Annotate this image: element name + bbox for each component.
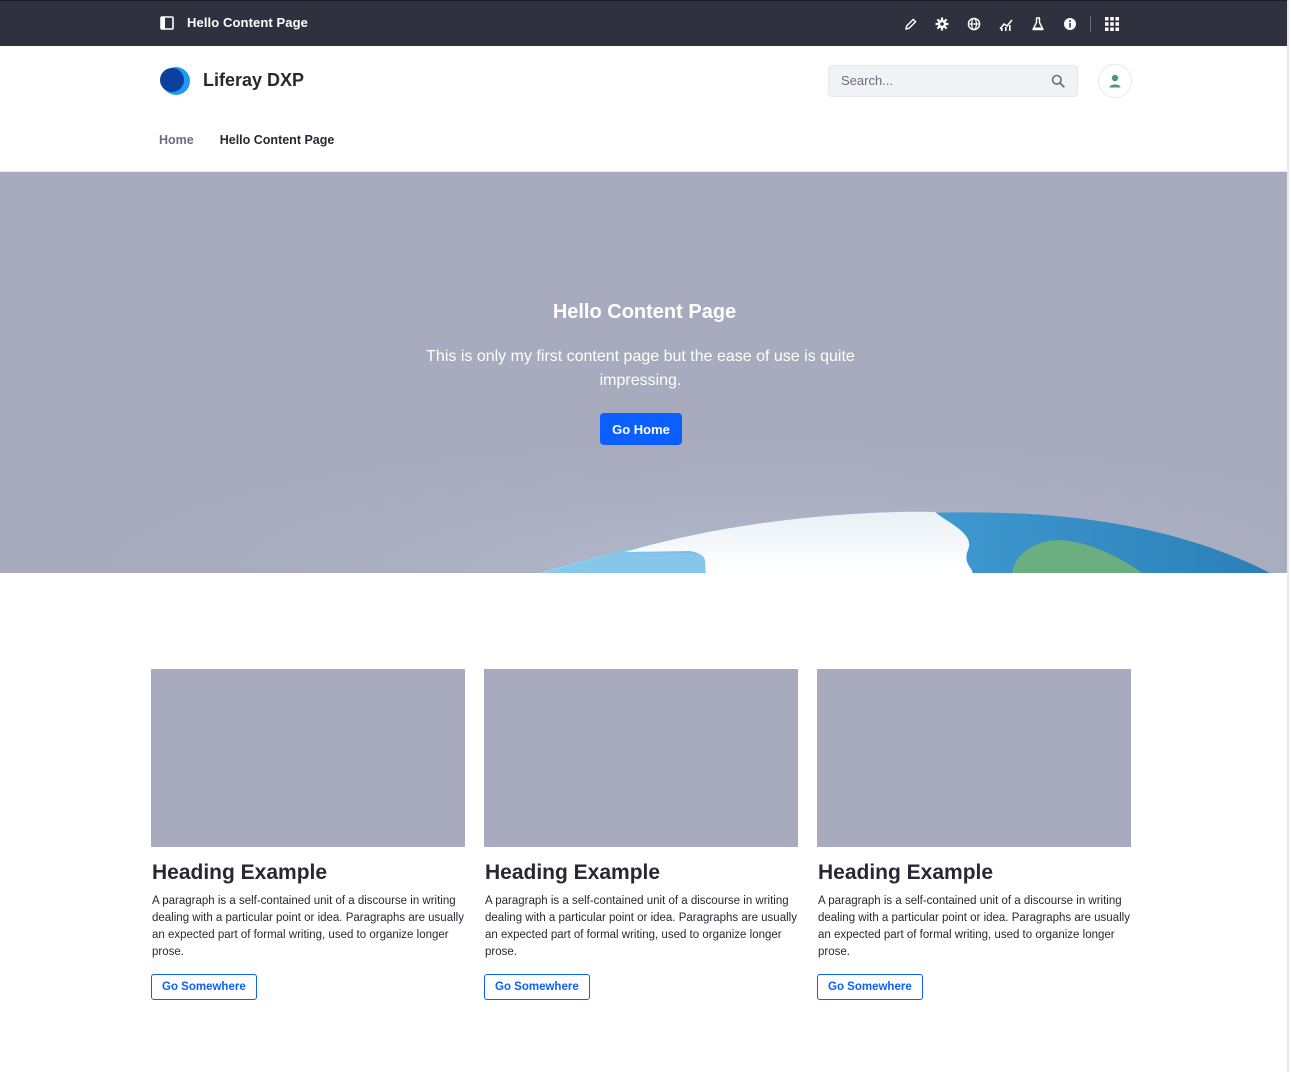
gear-icon[interactable]	[926, 14, 958, 34]
user-icon	[1109, 74, 1121, 88]
flask-icon[interactable]	[1022, 14, 1054, 34]
card: Heading Example A paragraph is a self-co…	[484, 669, 798, 1000]
control-menu-divider	[1090, 16, 1091, 32]
card-paragraph: A paragraph is a self-contained unit of …	[818, 895, 1130, 958]
card: Heading Example A paragraph is a self-co…	[817, 669, 1131, 1000]
card: Heading Example A paragraph is a self-co…	[151, 669, 465, 1000]
go-home-button[interactable]: Go Home	[600, 413, 682, 445]
go-somewhere-button[interactable]: Go Somewhere	[817, 974, 923, 1000]
go-somewhere-button[interactable]: Go Somewhere	[151, 974, 257, 1000]
apps-grid-icon[interactable]	[1101, 14, 1123, 34]
card-heading: Heading Example	[152, 861, 328, 884]
analytics-icon[interactable]	[990, 14, 1022, 34]
control-menu-title: Hello Content Page	[187, 15, 308, 30]
card-paragraph: A paragraph is a self-contained unit of …	[152, 895, 464, 958]
site-logo[interactable]	[157, 66, 191, 96]
user-avatar[interactable]	[1098, 64, 1132, 98]
site-name[interactable]: Liferay DXP	[203, 70, 304, 91]
control-menu: Hello Content Page	[0, 0, 1287, 46]
card-image-placeholder	[817, 669, 1131, 847]
nav-item-hello-content-page[interactable]: Hello Content Page	[220, 133, 335, 147]
hero-subtitle: This is only my first content page but t…	[426, 348, 855, 389]
go-somewhere-button[interactable]: Go Somewhere	[484, 974, 590, 1000]
hero-banner: Hello Content Page This is only my first…	[0, 172, 1287, 573]
site-header: Liferay DXP Home Hello Content Page	[0, 46, 1287, 172]
search-input[interactable]	[841, 73, 1041, 88]
product-menu-toggle-icon[interactable]	[156, 12, 178, 34]
pencil-icon[interactable]	[894, 14, 926, 34]
card-paragraph: A paragraph is a self-contained unit of …	[485, 895, 797, 958]
info-icon[interactable]	[1054, 14, 1086, 34]
search-bar	[828, 65, 1078, 97]
card-image-placeholder	[151, 669, 465, 847]
card-heading: Heading Example	[485, 861, 661, 884]
globe-icon[interactable]	[958, 14, 990, 34]
page-frame: Hello Content Page Liferay DXP Search...…	[0, 0, 1289, 1072]
control-menu-actions	[894, 14, 1123, 34]
search-icon[interactable]	[1051, 74, 1065, 88]
card-image-placeholder	[484, 669, 798, 847]
card-heading: Heading Example	[818, 861, 994, 884]
main-navigation: Home Hello Content Page	[159, 133, 334, 147]
hero-title: Hello Content Page	[552, 301, 737, 323]
nav-item-home[interactable]: Home	[159, 133, 194, 147]
